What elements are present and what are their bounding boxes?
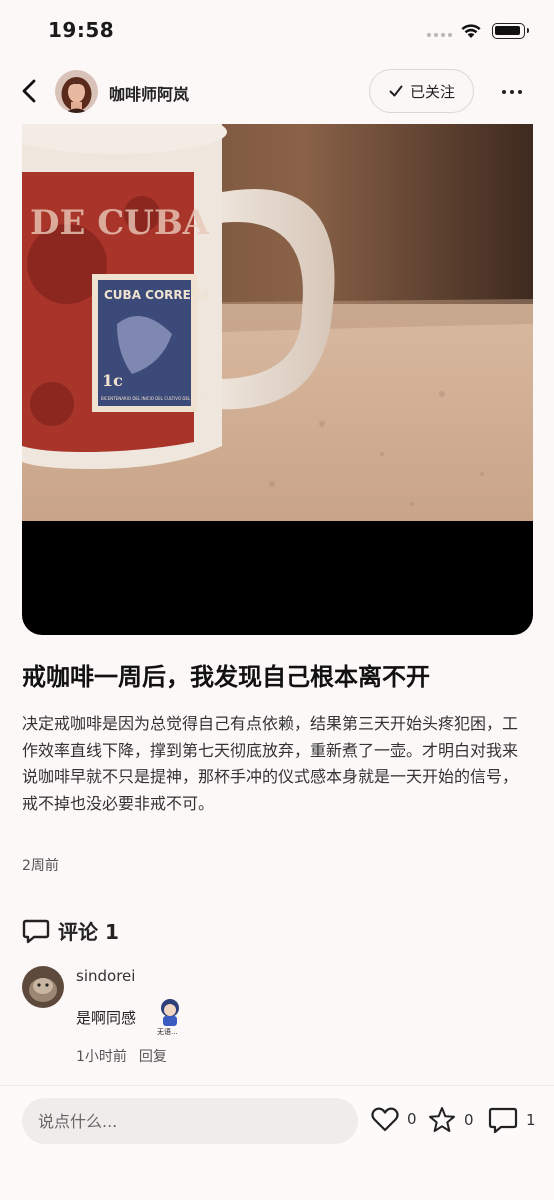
comment-input[interactable] [22,1098,358,1144]
like-count: 0 [407,1110,417,1128]
post-time: 2周前 [22,858,59,874]
wifi-icon [461,24,481,38]
svg-text:1c: 1c [102,371,123,390]
svg-text:BICENTENARIO DEL INICIO DEL CU: BICENTENARIO DEL INICIO DEL CULTIVO DEL … [101,396,202,401]
battery-icon [492,23,529,39]
post-title: 戒咖啡一周后，我发现自己根本离不开 [22,663,430,691]
comment-count: 1 [526,1111,536,1129]
comments-count-label: 评论 1 [58,920,119,944]
commenter-name[interactable]: sindorei [76,967,135,985]
cellular-signal-icon [427,33,452,37]
heart-icon [371,1107,399,1132]
chevron-left-icon [22,79,36,103]
svg-text:无语...: 无语... [157,1027,178,1036]
favorite-count: 0 [464,1111,474,1129]
follow-button[interactable]: 已关注 [369,69,474,113]
comment-item: sindorei 是啊同感 无语... 1小时前 回复 [22,964,532,1066]
comments-header: 评论 1 [22,916,119,945]
follow-label: 已关注 [409,82,455,101]
status-time: 19:58 [48,18,115,42]
svg-text:DE CUBA: DE CUBA [30,203,210,243]
comment-time: 1小时前 [76,1049,127,1065]
author-avatar[interactable] [55,70,98,113]
like-button[interactable]: 0 [371,1106,417,1132]
comment-bubble-icon [22,919,50,943]
check-icon [389,85,403,97]
star-icon [429,1107,455,1132]
back-button[interactable] [16,76,44,106]
comment-text: 是啊同感 [76,1009,137,1027]
post-body: 决定戒咖啡是因为总觉得自己有点依赖，结果第三天开始头疼犯困，工作效率直线下降，撑… [22,714,519,813]
author-name[interactable]: 咖啡师阿岚 [109,81,189,105]
post-detail-page: 19:58 咖啡师阿岚 已关注 DE CUBA CUBA CORREOS 1c … [0,0,554,1200]
comment-meta: 1小时前 回复 [76,1046,167,1066]
favorite-button[interactable]: 0 [428,1106,474,1134]
svg-text:CUBA CORREOS: CUBA CORREOS [104,288,210,302]
post-media[interactable]: DE CUBA CUBA CORREOS 1c BICENTENARIO DEL… [22,124,533,635]
status-bar: 19:58 [0,0,554,60]
comment-bubble-icon [488,1107,518,1134]
more-dots-icon[interactable] [498,80,526,104]
bottom-action-bar: 0 0 1 [0,1085,554,1200]
post-header: 咖啡师阿岚 已关注 [0,62,554,122]
commenter-avatar[interactable] [22,966,64,1008]
post-photo: DE CUBA CUBA CORREOS 1c BICENTENARIO DEL… [22,124,533,521]
comment-button[interactable]: 1 [488,1106,536,1134]
reply-button[interactable]: 回复 [139,1046,167,1066]
sticker-image: 无语... [157,999,179,1036]
